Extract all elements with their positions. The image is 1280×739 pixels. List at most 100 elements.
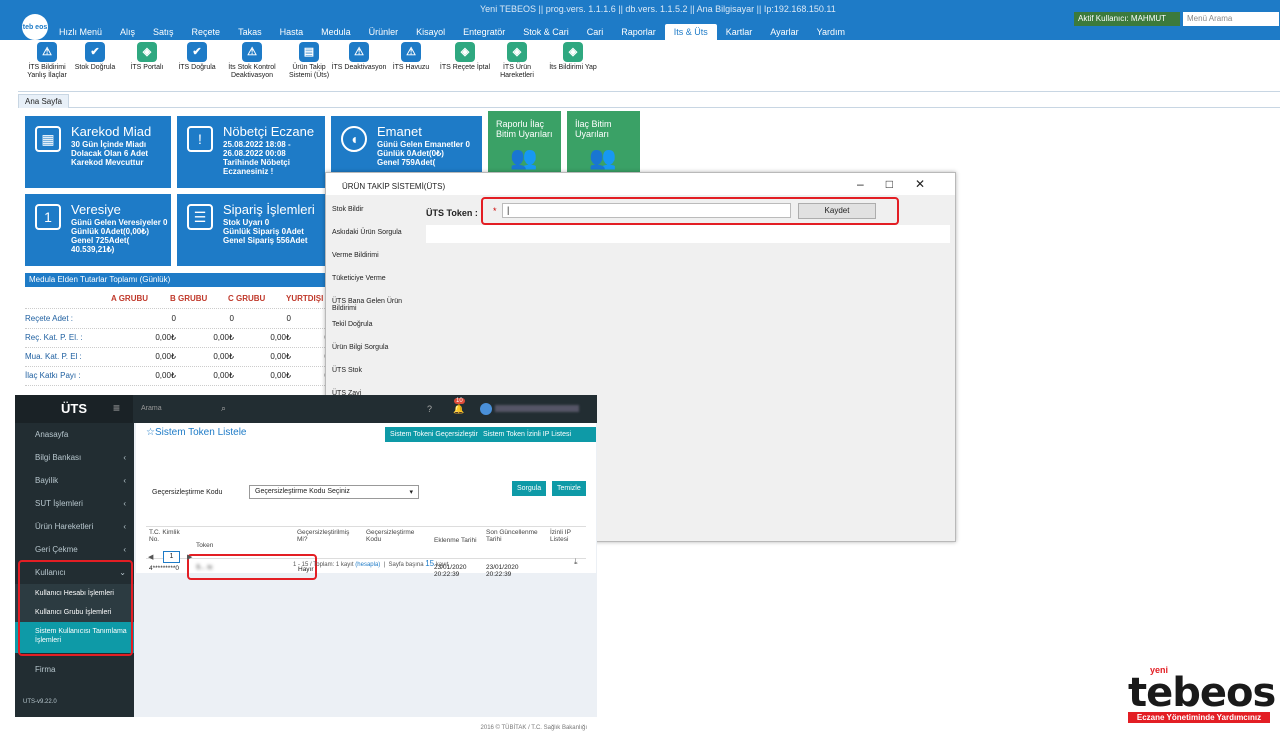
menu-item[interactable]: Kisayol xyxy=(407,24,454,40)
chevron-icon: ‹ xyxy=(123,476,126,485)
ribbon-button[interactable]: ◈ İTS Reçete İptal xyxy=(436,42,494,72)
tab-ana-sayfa[interactable]: Ana Sayfa xyxy=(18,94,69,108)
uts-portal: ÜTS ≡ Arama ⌕ ? 🔔 10 Anasayfa Bilgi Banka… xyxy=(15,395,597,731)
help-icon[interactable]: ? xyxy=(427,404,432,414)
tile-title: Emanet xyxy=(377,124,422,139)
menu-item[interactable]: Its & Üts xyxy=(664,24,717,40)
ribbon-label: İTS Reçete İptal xyxy=(439,64,491,71)
ribbon-button[interactable]: ✔ İTS Doğrula xyxy=(168,42,226,72)
next-page-icon[interactable]: ▶ xyxy=(187,553,192,561)
ribbon-button[interactable]: ✔ Stok Doğrula xyxy=(66,42,124,72)
clear-button[interactable]: Temizle xyxy=(552,481,586,496)
menu-item[interactable]: Hızlı Menü xyxy=(50,24,111,40)
portal-menu-item[interactable]: Ürün Hareketleri ‹ xyxy=(15,515,134,538)
col-kod[interactable]: Geçersizleştirme Kodu xyxy=(366,529,418,543)
medula-row: Mua. Kat. P. El :0,00₺0,00₺0,00₺0,00₺ xyxy=(25,348,345,367)
menu-item[interactable]: Entegratör xyxy=(454,24,514,40)
warning-icon: ⚠ xyxy=(242,42,262,62)
uts-side-item[interactable]: Stok Bildir xyxy=(326,195,412,218)
document-icon: ▤ xyxy=(299,42,319,62)
tile-karekod-miad[interactable]: ▦ Karekod Miad 30 Gün İçinde Miadı Dolaca… xyxy=(25,116,171,188)
page-number[interactable]: 1 xyxy=(163,551,180,563)
people-icon: 👥 xyxy=(510,145,538,170)
tile-text: 25.08.2022 18:08 -26.08.2022 00:08 Tarihi… xyxy=(223,140,291,176)
portal-menu-item[interactable]: Anasayfa xyxy=(15,423,134,446)
hamburger-icon[interactable]: ≡ xyxy=(113,401,120,415)
menu-search-input[interactable]: Menü Arama xyxy=(1183,12,1279,26)
portal-menu-item[interactable]: SUT İşlemleri ‹ xyxy=(15,492,134,515)
tile-nobetci-eczane[interactable]: ! Nöbetçi Eczane 25.08.2022 18:08 -26.08… xyxy=(177,116,325,188)
filter-select[interactable]: Geçersizleştirme Kodu Seçiniz ▾ xyxy=(249,485,419,499)
portal-search-input[interactable]: Arama xyxy=(141,405,162,412)
tile-text: Günü Gelen Emanetler 0 Günlük 0Adet(0₺) Ge… xyxy=(377,140,470,167)
tile-siparis[interactable]: ☰ Sipariş İşlemleri Stok Uyarı 0 Günlük S… xyxy=(177,194,325,266)
ribbon-label: İTS Ürün Hareketleri xyxy=(500,64,534,79)
menu-item[interactable]: Alış xyxy=(111,24,144,40)
tile-ilac-bitim[interactable]: İlaç Bitim Uyarıları 👥 xyxy=(567,111,640,172)
pill-icon: ◖ xyxy=(341,126,367,152)
col-eklenme[interactable]: Eklenme Tarihi xyxy=(434,537,479,544)
uts-side-item[interactable]: Ürün Bilgi Sorgula xyxy=(326,333,412,356)
ribbon-button[interactable]: ◈ İts Bildirimi Yap xyxy=(544,42,602,72)
tile-veresiye[interactable]: 1 Veresiye Günü Gelen Veresiyeler 0 Günlü… xyxy=(25,194,171,266)
shield-check-icon: ✔ xyxy=(85,42,105,62)
menu-item[interactable]: Medula xyxy=(312,24,360,40)
col-guncelleme[interactable]: Son Güncellenme Tarihi xyxy=(486,529,541,543)
ribbon-button[interactable]: ⚠ İTS Deaktivasyon xyxy=(330,42,388,72)
uts-side-item[interactable]: Askıdaki Ürün Sorgula xyxy=(326,218,412,241)
window-controls[interactable]: –□✕ xyxy=(857,177,947,191)
tab-bar xyxy=(18,94,1280,108)
portal-icon: ◈ xyxy=(507,42,527,62)
menu-item[interactable]: Raporlar xyxy=(612,24,665,40)
filter-label: Geçersizleştirme Kodu xyxy=(152,489,223,496)
query-button[interactable]: Sorgula xyxy=(512,481,547,496)
warning-icon: ⚠ xyxy=(401,42,421,62)
shield-check-icon: ✔ xyxy=(187,42,207,62)
tebeos-watermark: yeni tebeos Eczane Yönetiminde Yardımcın… xyxy=(1128,665,1276,723)
people-icon: 👥 xyxy=(589,145,617,170)
prev-page-icon[interactable]: ◀ xyxy=(148,553,153,561)
menu-item[interactable]: Satış xyxy=(144,24,183,40)
menu-item[interactable]: Hasta xyxy=(271,24,313,40)
menu-item[interactable]: Reçete xyxy=(183,24,230,40)
uts-side-item[interactable]: ÜTS Stok xyxy=(326,356,412,379)
user-name-blurred[interactable] xyxy=(495,405,579,412)
ribbon-button[interactable]: ⚠ İts Stok Kontrol Deaktivasyon xyxy=(223,42,281,80)
download-icon[interactable]: ⤓ xyxy=(574,557,578,567)
col-tc[interactable]: T.C. Kimlik No. xyxy=(149,529,185,543)
tile-raporlu-ilac[interactable]: Raporlu İlaç Bitim Uyarıları 👥 xyxy=(488,111,561,172)
menu-item[interactable]: Cari xyxy=(578,24,613,40)
ribbon-button[interactable]: ◈ İTS Ürün Hareketleri xyxy=(488,42,546,80)
portal-icon: ◈ xyxy=(455,42,475,62)
portal-menu-firma[interactable]: Firma xyxy=(15,658,134,681)
search-icon[interactable]: ⌕ xyxy=(221,403,226,414)
col-gecersiz[interactable]: Geçersizleştirilmiş Mi? xyxy=(297,529,353,543)
uts-side-item[interactable]: Tüketiciye Verme Bildirimi xyxy=(326,264,412,312)
window-title: Yeni TEBEOS || prog.vers. 1.1.1.6 || db.… xyxy=(480,4,836,14)
menu-item[interactable]: Stok & Cari xyxy=(514,24,578,40)
ip-list-button[interactable]: Sistem Token İzinli IP Listesi Belirle xyxy=(478,427,596,453)
tile-text: 30 Gün İçinde Miadı Dolacak Olan 6 Adet Ka… xyxy=(71,140,149,167)
ribbon-button[interactable]: ⚠ İTS Havuzu xyxy=(382,42,440,72)
uts-side-item[interactable]: Tekil Doğrula xyxy=(326,310,412,333)
portal-menu-item[interactable]: Bilgi Bankası ‹ xyxy=(15,446,134,469)
menu-item[interactable]: Kartlar xyxy=(717,24,762,40)
medula-row: Reç. Kat. P. El. :0,00₺0,00₺0,00₺0,00₺ xyxy=(25,329,345,348)
main-menu: Hızlı Menü Alış Satış Reçete Takas Hasta Medul… xyxy=(50,24,854,40)
bell-icon[interactable]: 🔔 xyxy=(453,404,464,415)
menu-item[interactable]: Ayarlar xyxy=(761,24,807,40)
menu-item[interactable]: Takas xyxy=(229,24,271,40)
menu-item[interactable]: Yardım xyxy=(808,24,854,40)
portal-menu-item[interactable]: Geri Çekme ‹ xyxy=(15,538,134,561)
uts-side-item[interactable]: Verme Bildirimi xyxy=(326,241,412,264)
uts-side-item[interactable]: ÜTS Bana Gelen Ürün xyxy=(326,287,412,310)
avatar[interactable] xyxy=(480,403,492,415)
col-token[interactable]: Token xyxy=(196,542,213,549)
portal-menu-item[interactable]: Bayilik ‹ xyxy=(15,469,134,492)
menu-item[interactable]: Ürünler xyxy=(360,24,408,40)
tile-emanet[interactable]: ◖ Emanet Günü Gelen Emanetler 0 Günlük 0A… xyxy=(331,116,482,172)
col-ip[interactable]: İzinli IP Listesi xyxy=(550,529,580,543)
invalidate-token-button[interactable]: Sistem Tokeni Geçersizleştir xyxy=(385,427,483,442)
medula-row: İlaç Katkı Payı :0,00₺0,00₺0,00₺0,00₺ xyxy=(25,367,345,386)
tile-title: Nöbetçi Eczane xyxy=(223,124,315,139)
